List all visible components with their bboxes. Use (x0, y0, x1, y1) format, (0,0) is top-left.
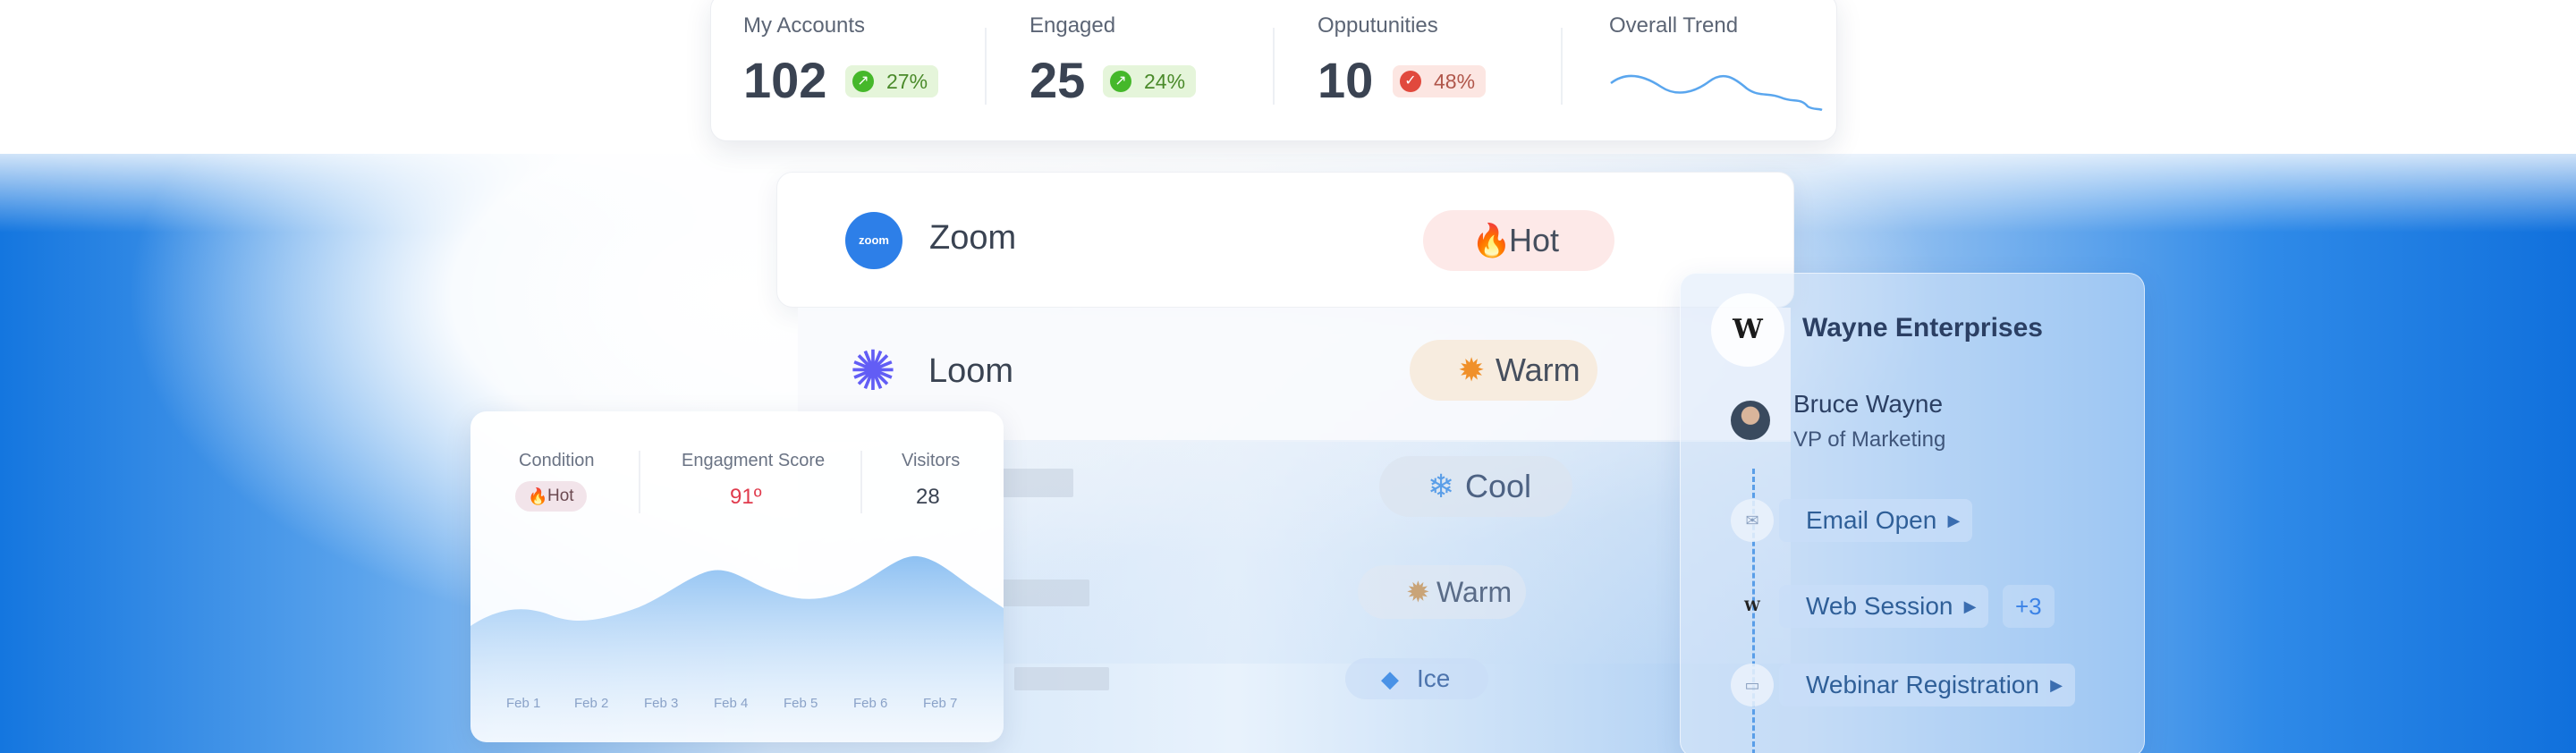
company-name: Wayne Enterprises (1802, 313, 2043, 343)
divider (639, 451, 640, 513)
stat-value: 10 (1318, 52, 1374, 108)
caret-right-icon: ▶ (2050, 676, 2063, 694)
contact-name: Bruce Wayne (1793, 390, 1944, 418)
account-name: Loom (928, 352, 1014, 390)
ice-cube-icon: ◆ (1381, 665, 1399, 692)
stat-engaged[interactable]: Engaged 25 ↗ 24% (1030, 0, 1280, 140)
monitor-icon: ▭ (1731, 664, 1774, 706)
ghost-account-name (1014, 667, 1109, 690)
divider (860, 451, 862, 513)
logo-glyph: W (1733, 314, 1763, 345)
score-label: Engagment Score (682, 451, 826, 470)
ghost-account-name (1000, 469, 1073, 497)
temperature-tag-hot[interactable]: 🔥 Hot (1423, 210, 1614, 271)
engagement-card: Condition 🔥 Hot Engagment Score 91º Visi… (470, 411, 1004, 742)
temperature-label: Ice (1417, 664, 1451, 692)
condition-chip: 🔥 Hot (515, 481, 587, 512)
stat-label: My Accounts (743, 13, 866, 38)
x-axis-label: Feb 4 (714, 696, 749, 711)
trend-sparkline (1610, 74, 1823, 112)
activity-label: Webinar Registration (1806, 671, 2039, 698)
more-activities-badge[interactable]: +3 (2003, 585, 2055, 628)
arrow-up-right-icon: ↗ (852, 71, 874, 92)
x-axis-label: Feb 2 (574, 696, 609, 711)
activity-webinar-registration[interactable]: Webinar Registration ▶ (1779, 664, 2075, 706)
sun-icon: ✹ (1406, 576, 1430, 608)
stat-my-accounts[interactable]: My Accounts 102 ↗ 27% (743, 0, 994, 140)
temperature-label: Warm (1436, 576, 1513, 608)
x-axis-label: Feb 3 (644, 696, 679, 711)
zoom-logo-icon: zoom (845, 212, 902, 269)
activity-label: Web Session (1806, 592, 1953, 620)
temperature-tag-cool[interactable]: ❄ Cool (1379, 456, 1572, 517)
caret-right-icon: ▶ (1947, 512, 1961, 529)
change-badge: ↗ 27% (845, 65, 939, 97)
stat-label: Overall Trend (1609, 13, 1739, 38)
temperature-label: Cool (1465, 468, 1532, 504)
x-axis-label: Feb 5 (784, 696, 818, 711)
ghost-account-name (1000, 580, 1089, 606)
change-badge: ↗ 24% (1103, 65, 1197, 97)
condition-value: Hot (547, 486, 574, 505)
stat-value: 102 (743, 52, 827, 108)
flame-icon: 🔥 (528, 487, 548, 505)
change-value: 24% (1144, 70, 1186, 93)
divider (985, 28, 987, 105)
caret-right-icon: ▶ (1963, 597, 1977, 615)
snowflake-icon: ❄ (1428, 468, 1455, 504)
stat-value: 25 (1030, 52, 1086, 108)
condition-label: Condition (519, 451, 595, 470)
temperature-tag-warm[interactable]: ✹ Warm (1410, 340, 1597, 401)
activity-email-open[interactable]: Email Open ▶ (1779, 499, 1973, 542)
loom-logo-icon: ✺ (850, 341, 896, 402)
stat-label: Engaged (1030, 13, 1116, 38)
wayne-logo-icon: W (1744, 597, 1760, 614)
score-value: 91º (730, 485, 762, 509)
temperature-tag-ice[interactable]: ◆ Ice (1345, 658, 1488, 699)
stat-overall-trend[interactable]: Overall Trend (1609, 0, 1824, 140)
stats-card: My Accounts 102 ↗ 27% Engaged 25 ↗ 24% O… (710, 0, 1837, 141)
divider (1561, 28, 1563, 105)
arrow-down-icon: ✓ (1400, 71, 1421, 92)
change-badge: ✓ 48% (1393, 65, 1487, 97)
wayne-logo-icon: W (1711, 293, 1784, 367)
stat-opportunities[interactable]: Opputunities 10 ✓ 48% (1318, 0, 1568, 140)
change-value: 48% (1434, 70, 1476, 93)
sun-icon: ✹ (1458, 351, 1486, 388)
x-axis-label: Feb 7 (923, 696, 958, 711)
divider (1273, 28, 1275, 105)
temperature-tag-warm[interactable]: ✹ Warm (1358, 565, 1526, 619)
activity-web-session[interactable]: Web Session ▶ (1779, 585, 1989, 628)
stat-label: Opputunities (1318, 13, 1438, 38)
temperature-label: Warm (1496, 351, 1580, 388)
envelope-icon: ✉ (1731, 499, 1774, 542)
visitors-label: Visitors (902, 451, 961, 470)
avatar (1731, 401, 1770, 440)
change-value: 27% (886, 70, 928, 93)
contact-role: VP of Marketing (1793, 427, 1946, 452)
arrow-up-right-icon: ↗ (1110, 71, 1131, 92)
account-name: Zoom (929, 219, 1017, 257)
activity-label: Email Open (1806, 506, 1937, 534)
flame-icon: 🔥 (1471, 222, 1512, 258)
visitors-value: 28 (916, 485, 940, 509)
temperature-label: Hot (1509, 222, 1560, 258)
account-detail-panel: W Wayne Enterprises Bruce Wayne VP of Ma… (1680, 273, 2145, 753)
x-axis-label: Feb 6 (853, 696, 888, 711)
account-row-zoom[interactable]: zoom Zoom 🔥 Hot (776, 172, 1794, 308)
x-axis-label: Feb 1 (506, 696, 541, 711)
